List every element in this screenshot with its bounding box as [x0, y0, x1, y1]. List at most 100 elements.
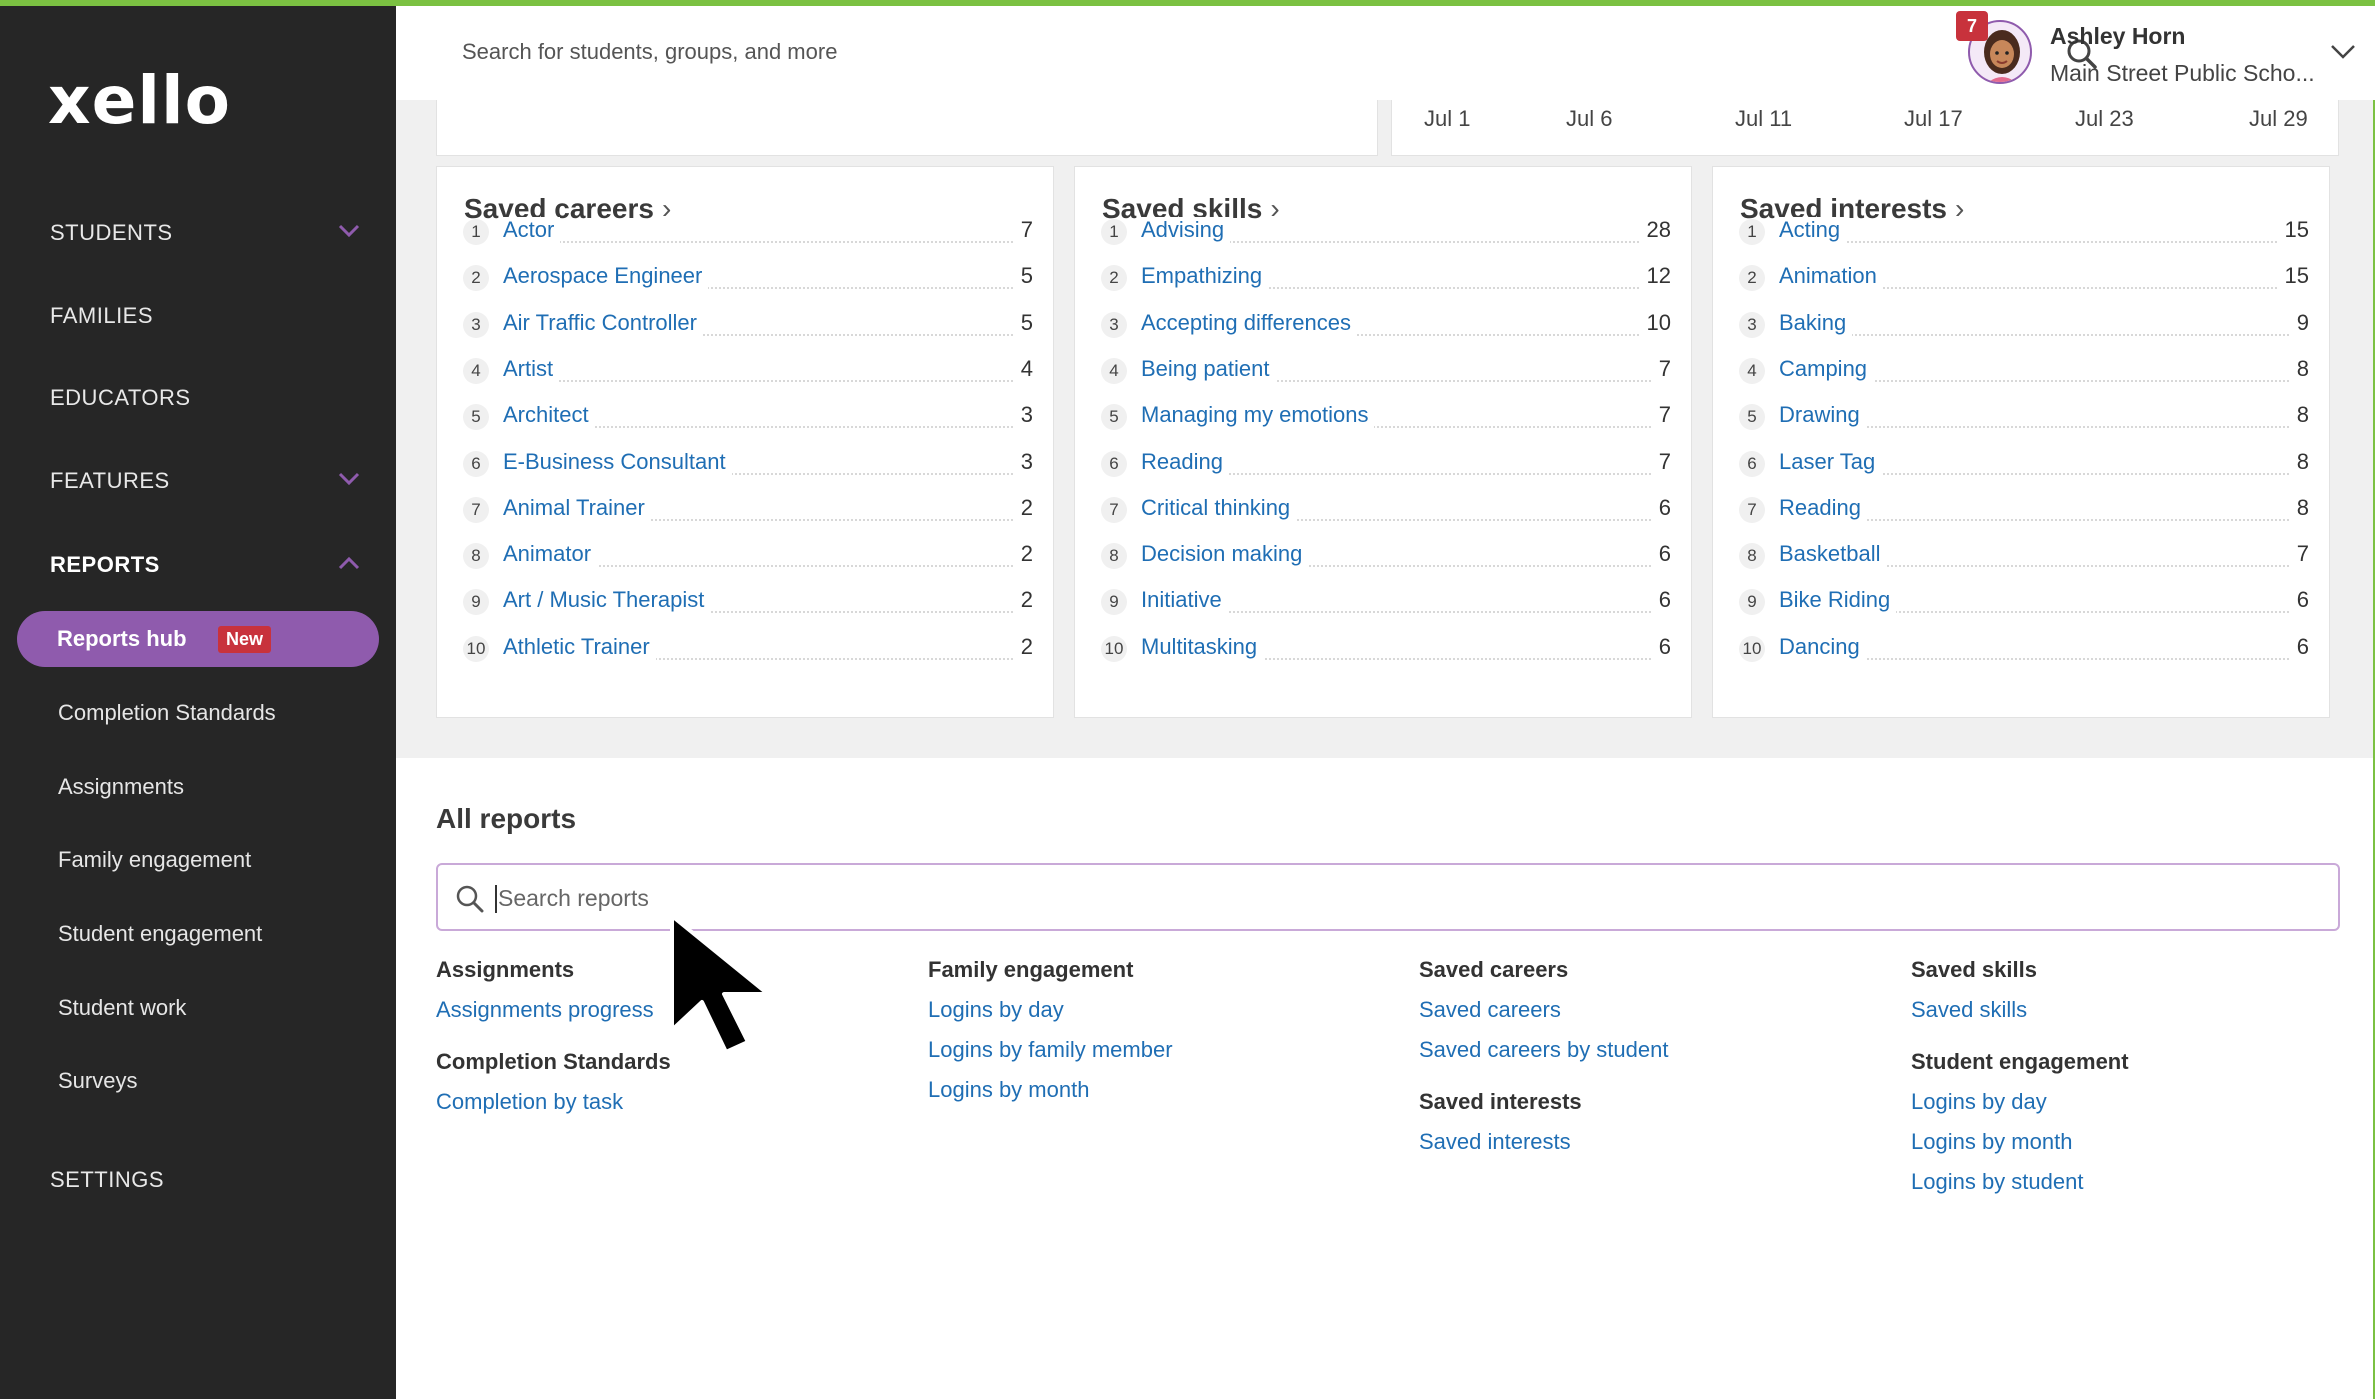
item-link[interactable]: Basketball	[1779, 541, 1887, 568]
report-column: Family engagement Logins by day Logins by …	[928, 957, 1173, 1117]
saved-interests-card: Saved interests › 1 Acting 15 2 Animation 15 3 B…	[1712, 166, 2330, 718]
item-link[interactable]: Reading	[1779, 494, 1867, 521]
item-link[interactable]: Being patient	[1141, 355, 1276, 382]
list-item: 2 Aerospace Engineer 5	[463, 257, 1033, 303]
user-name[interactable]: Ashley Horn	[2050, 23, 2185, 50]
item-link[interactable]: Animator	[503, 541, 598, 568]
dotted-leader	[1783, 333, 2309, 336]
item-link[interactable]: Initiative	[1141, 587, 1228, 614]
item-count: 10	[1640, 309, 1671, 336]
global-search-input[interactable]: Search for students, groups, and more	[462, 39, 837, 65]
sidebar-item-reports-hub[interactable]: Reports hub New	[17, 611, 379, 667]
item-count: 5	[1014, 309, 1033, 336]
nav-features[interactable]: FEATURES	[50, 468, 170, 494]
school-name[interactable]: Main Street Public Scho...	[2050, 60, 2315, 87]
nav-families[interactable]: FAMILIES	[50, 303, 153, 329]
item-link[interactable]: Animal Trainer	[503, 494, 651, 521]
list-item: 7 Critical thinking 6	[1101, 489, 1671, 535]
report-link[interactable]: Logins by day	[928, 997, 1173, 1037]
item-link[interactable]: Laser Tag	[1779, 448, 1882, 475]
item-link[interactable]: E-Business Consultant	[503, 448, 732, 475]
item-link[interactable]: Decision making	[1141, 541, 1309, 568]
report-link[interactable]: Completion by task	[436, 1089, 671, 1129]
item-link[interactable]: Animation	[1779, 263, 1883, 290]
report-group-heading: Completion Standards	[436, 1049, 671, 1074]
item-count: 15	[2278, 263, 2309, 290]
sidebar-item-completion-standards[interactable]: Completion Standards	[58, 700, 276, 726]
rank-number: 6	[1739, 450, 1765, 477]
sidebar-item-student-engagement[interactable]: Student engagement	[58, 921, 262, 947]
item-link[interactable]: Artist	[503, 355, 560, 382]
report-link[interactable]: Saved careers by student	[1419, 1037, 1668, 1077]
item-count: 7	[1652, 402, 1671, 429]
item-link[interactable]: Dancing	[1779, 633, 1866, 660]
item-link[interactable]: Drawing	[1779, 402, 1866, 429]
x-tick-label: Jul 11	[1735, 106, 1793, 131]
report-link[interactable]: Saved skills	[1911, 997, 2129, 1037]
item-link[interactable]: Acting	[1779, 217, 1847, 243]
rank-number: 2	[1739, 265, 1765, 292]
item-link[interactable]: Accepting differences	[1141, 309, 1357, 336]
item-link[interactable]: Empathizing	[1141, 263, 1269, 290]
report-link[interactable]: Logins by month	[928, 1077, 1173, 1117]
chevron-up-icon[interactable]	[338, 556, 360, 570]
report-link[interactable]: Logins by family member	[928, 1037, 1173, 1077]
item-link[interactable]: Reading	[1141, 448, 1229, 475]
report-link[interactable]: Logins by month	[1911, 1129, 2129, 1169]
xello-logo[interactable]: xello	[48, 62, 231, 139]
item-link[interactable]: Camping	[1779, 355, 1874, 382]
item-link[interactable]: Architect	[503, 402, 595, 429]
item-link[interactable]: Managing my emotions	[1141, 402, 1375, 429]
nav-students[interactable]: STUDENTS	[50, 220, 173, 246]
item-link[interactable]: Athletic Trainer	[503, 633, 656, 660]
list-item: 7 Reading 8	[1739, 489, 2309, 535]
report-group-heading: Student engagement	[1911, 1049, 2129, 1074]
item-count: 2	[1014, 633, 1033, 660]
item-link[interactable]: Air Traffic Controller	[503, 309, 703, 336]
list-item: 5 Architect 3	[463, 396, 1033, 442]
report-link[interactable]: Saved careers	[1419, 997, 1668, 1037]
rank-number: 4	[1101, 357, 1127, 384]
nav-settings[interactable]: SETTINGS	[50, 1167, 164, 1193]
report-link[interactable]: Assignments progress	[436, 997, 671, 1037]
item-link[interactable]: Bike Riding	[1779, 587, 1897, 614]
item-count: 6	[1652, 494, 1671, 521]
item-link[interactable]: Aerospace Engineer	[503, 263, 709, 290]
chevron-down-icon[interactable]	[338, 472, 360, 486]
chevron-down-icon[interactable]	[338, 224, 360, 238]
report-link[interactable]: Saved interests	[1419, 1129, 1668, 1169]
item-count: 6	[1652, 541, 1671, 568]
item-link[interactable]: Critical thinking	[1141, 494, 1297, 521]
chevron-down-icon[interactable]	[2330, 44, 2356, 60]
item-count: 6	[2290, 633, 2309, 660]
sidebar-item-surveys[interactable]: Surveys	[58, 1068, 137, 1094]
item-count: 8	[2290, 494, 2309, 521]
item-link[interactable]: Multitasking	[1141, 633, 1264, 660]
item-link[interactable]: Baking	[1779, 309, 1853, 336]
list-item: 4 Artist 4	[463, 350, 1033, 396]
rank-number: 6	[1101, 450, 1127, 477]
x-tick-label: Jul 17	[1904, 106, 1963, 131]
item-link[interactable]: Advising	[1141, 217, 1231, 243]
nav-educators[interactable]: EDUCATORS	[50, 385, 191, 411]
notification-badge[interactable]: 7	[1956, 11, 1988, 41]
item-link[interactable]: Art / Music Therapist	[503, 587, 711, 614]
report-link[interactable]: Logins by day	[1911, 1089, 2129, 1129]
rank-number: 8	[1101, 543, 1127, 570]
item-count: 28	[1640, 217, 1671, 243]
rank-number: 9	[1101, 589, 1127, 616]
item-link[interactable]: Actor	[503, 217, 561, 243]
rank-number: 1	[1101, 219, 1127, 245]
list-item: 5 Drawing 8	[1739, 396, 2309, 442]
list-item: 7 Animal Trainer 2	[463, 489, 1033, 535]
sidebar-item-assignments[interactable]: Assignments	[58, 774, 184, 800]
top-accent-bar	[0, 0, 2375, 6]
report-link[interactable]: Logins by student	[1911, 1169, 2129, 1209]
list-item: 6 Reading 7	[1101, 443, 1671, 489]
rank-number: 3	[1739, 311, 1765, 338]
all-reports-title: All reports	[436, 803, 577, 834]
sidebar-item-student-work[interactable]: Student work	[58, 995, 186, 1021]
sidebar-item-family-engagement[interactable]: Family engagement	[58, 847, 251, 873]
nav-reports[interactable]: REPORTS	[50, 552, 160, 578]
